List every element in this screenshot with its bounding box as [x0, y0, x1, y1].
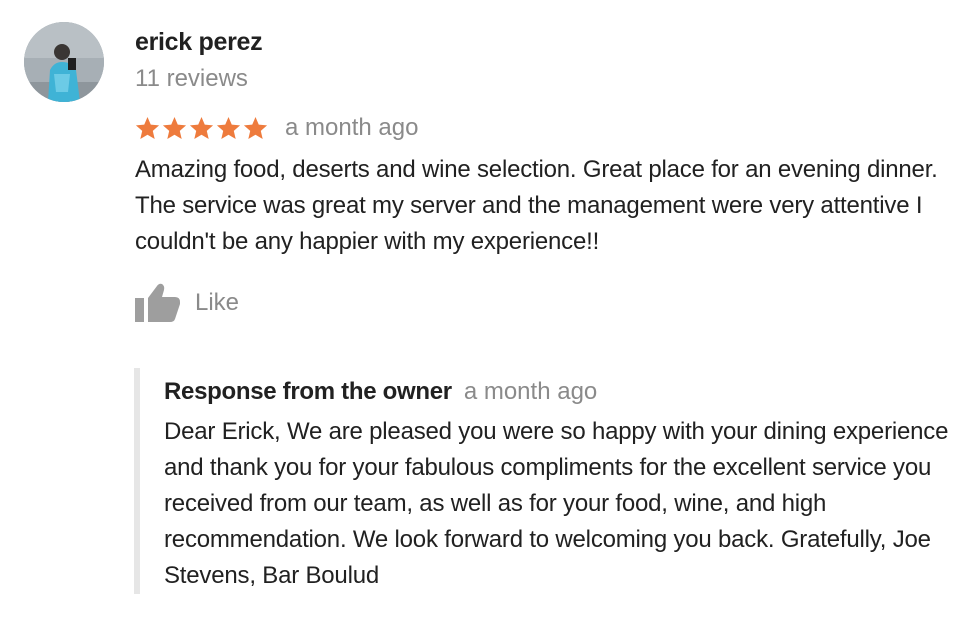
- star-icon: [135, 116, 160, 139]
- star-icon: [243, 116, 268, 139]
- user-avatar-photo-icon: [24, 22, 104, 102]
- rating-row: a month ago: [134, 112, 418, 144]
- owner-response-title: Response from the owner: [164, 378, 452, 405]
- review-time: a month ago: [285, 114, 419, 141]
- star-icon: [189, 116, 214, 139]
- owner-response-text: Dear Erick, We are pleased you were so h…: [164, 418, 949, 589]
- owner-response-time: a month ago: [463, 378, 598, 405]
- review-text: Amazing food, deserts and wine selection…: [135, 156, 938, 255]
- reviewer-avatar[interactable]: [24, 22, 104, 102]
- thumbs-up-icon: [135, 283, 180, 322]
- reviewer-name[interactable]: erick perez: [135, 28, 263, 57]
- owner-response-header: Response from the owner a month ago: [164, 378, 597, 406]
- owner-response: Response from the owner a month ago Dear…: [134, 368, 976, 594]
- star-icon: [216, 116, 241, 139]
- star-rating: [134, 115, 269, 142]
- review-count[interactable]: 11 reviews: [135, 65, 248, 93]
- star-icon: [162, 116, 187, 139]
- like-button[interactable]: Like: [135, 282, 239, 324]
- like-label: Like: [195, 289, 240, 316]
